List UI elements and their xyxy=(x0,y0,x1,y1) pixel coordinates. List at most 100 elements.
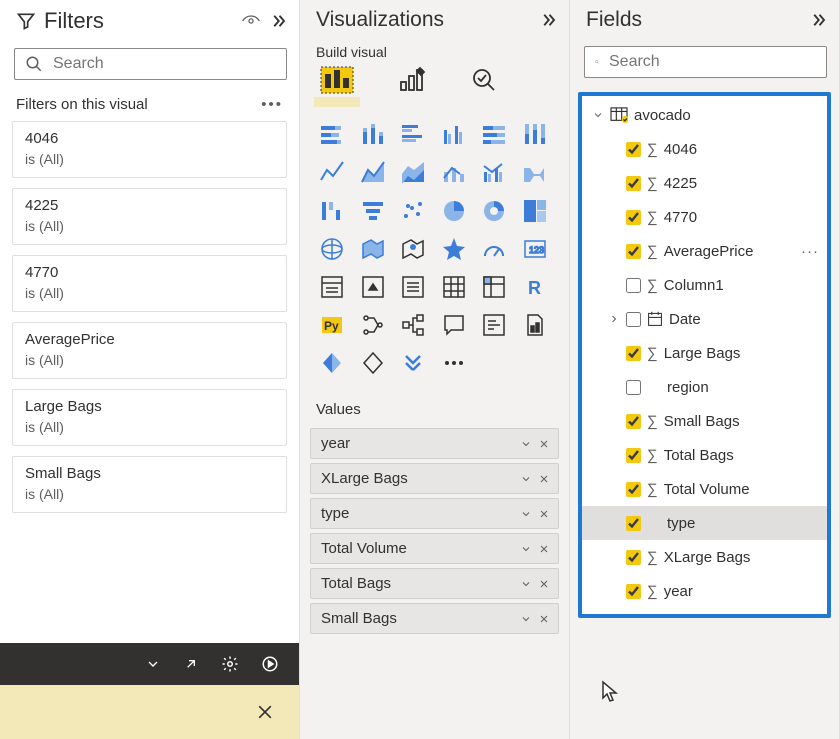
qa-icon[interactable] xyxy=(438,309,470,341)
remove-icon[interactable] xyxy=(538,438,550,450)
field-checkbox[interactable] xyxy=(626,380,641,395)
get-more-visuals-icon[interactable] xyxy=(397,347,429,379)
tab-format[interactable] xyxy=(398,66,426,97)
treemap-icon[interactable] xyxy=(519,195,551,227)
line-stacked-column-icon[interactable] xyxy=(438,157,470,189)
stacked-bar-icon[interactable] xyxy=(316,119,348,151)
line-icon[interactable] xyxy=(316,157,348,189)
waterfall-icon[interactable] xyxy=(316,195,348,227)
table-icon[interactable] xyxy=(438,271,470,303)
field-checkbox[interactable] xyxy=(626,142,641,157)
values-field[interactable]: type xyxy=(310,498,559,529)
filter-card[interactable]: 4046is (All) xyxy=(12,121,287,178)
field-checkbox[interactable] xyxy=(626,278,641,293)
close-icon[interactable] xyxy=(255,702,275,722)
filter-card[interactable]: Large Bagsis (All) xyxy=(12,389,287,446)
field-row[interactable]: ∑4046 xyxy=(582,132,827,166)
power-automate-icon[interactable] xyxy=(357,347,389,379)
values-field[interactable]: XLarge Bags xyxy=(310,463,559,494)
field-row[interactable]: region xyxy=(582,370,827,404)
values-field[interactable]: Small Bags xyxy=(310,603,559,634)
chevron-down-icon[interactable] xyxy=(145,656,161,672)
eye-icon[interactable] xyxy=(241,13,261,29)
chevron-down-icon[interactable] xyxy=(520,613,532,625)
line-clustered-column-icon[interactable] xyxy=(478,157,510,189)
stacked-column-icon[interactable] xyxy=(357,119,389,151)
chevron-down-icon[interactable] xyxy=(520,543,532,555)
table-row-avocado[interactable]: avocado xyxy=(582,98,827,132)
values-field[interactable]: year xyxy=(310,428,559,459)
key-influencers-icon[interactable] xyxy=(357,309,389,341)
paginated-report-icon[interactable] xyxy=(519,309,551,341)
field-checkbox[interactable] xyxy=(626,448,641,463)
fields-search[interactable] xyxy=(584,46,827,78)
decomposition-tree-icon[interactable] xyxy=(397,309,429,341)
area-icon[interactable] xyxy=(357,157,389,189)
field-checkbox[interactable] xyxy=(626,176,641,191)
azure-map-icon[interactable] xyxy=(397,233,429,265)
values-field[interactable]: Total Volume xyxy=(310,533,559,564)
chevron-down-icon[interactable] xyxy=(520,578,532,590)
open-external-icon[interactable] xyxy=(183,656,199,672)
kpi-icon[interactable] xyxy=(357,271,389,303)
collapse-icon[interactable] xyxy=(539,11,557,29)
donut-icon[interactable] xyxy=(478,195,510,227)
field-row[interactable]: ∑Total Bags xyxy=(582,438,827,472)
remove-icon[interactable] xyxy=(538,508,550,520)
remove-icon[interactable] xyxy=(538,473,550,485)
tab-build[interactable] xyxy=(320,66,354,97)
field-row[interactable]: ∑XLarge Bags xyxy=(582,540,827,574)
field-row[interactable]: Date xyxy=(582,302,827,336)
chevron-down-icon[interactable] xyxy=(520,473,532,485)
smart-narrative-icon[interactable] xyxy=(478,309,510,341)
clustered-bar-icon[interactable] xyxy=(397,119,429,151)
multi-row-card-icon[interactable] xyxy=(316,271,348,303)
arcgis-icon[interactable] xyxy=(438,233,470,265)
more-options-icon[interactable] xyxy=(438,347,470,379)
filled-map-icon[interactable] xyxy=(357,233,389,265)
field-checkbox[interactable] xyxy=(626,346,641,361)
filters-search[interactable] xyxy=(14,48,287,80)
chevron-down-icon[interactable] xyxy=(520,438,532,450)
pie-icon[interactable] xyxy=(438,195,470,227)
card-icon[interactable]: 123 xyxy=(519,233,551,265)
collapse-icon[interactable] xyxy=(269,12,287,30)
field-checkbox[interactable] xyxy=(626,584,641,599)
values-field[interactable]: Total Bags xyxy=(310,568,559,599)
field-row[interactable]: ∑Column1 xyxy=(582,268,827,302)
field-checkbox[interactable] xyxy=(626,482,641,497)
field-checkbox[interactable] xyxy=(626,516,641,531)
funnel-icon[interactable] xyxy=(357,195,389,227)
matrix-icon[interactable] xyxy=(478,271,510,303)
stacked-area-icon[interactable] xyxy=(397,157,429,189)
field-row[interactable]: ∑Total Volume xyxy=(582,472,827,506)
field-row[interactable]: ∑AveragePrice··· xyxy=(582,234,827,268)
slicer-icon[interactable] xyxy=(397,271,429,303)
python-visual-icon[interactable]: Py xyxy=(316,309,348,341)
gear-icon[interactable] xyxy=(221,655,239,673)
field-checkbox[interactable] xyxy=(626,414,641,429)
tab-analytics[interactable] xyxy=(470,66,498,97)
field-row[interactable]: ∑Large Bags xyxy=(582,336,827,370)
filter-card[interactable]: Small Bagsis (All) xyxy=(12,456,287,513)
field-row[interactable]: ∑4770 xyxy=(582,200,827,234)
more-icon[interactable]: ••• xyxy=(261,96,283,113)
field-checkbox[interactable] xyxy=(626,312,641,327)
field-checkbox[interactable] xyxy=(626,550,641,565)
filter-card[interactable]: AveragePriceis (All) xyxy=(12,322,287,379)
field-checkbox[interactable] xyxy=(626,244,641,259)
chevron-down-icon[interactable] xyxy=(520,508,532,520)
map-icon[interactable] xyxy=(316,233,348,265)
field-row[interactable]: ∑4225 xyxy=(582,166,827,200)
hundred-stacked-bar-icon[interactable] xyxy=(478,119,510,151)
field-row[interactable]: ∑year xyxy=(582,574,827,608)
remove-icon[interactable] xyxy=(538,613,550,625)
field-checkbox[interactable] xyxy=(626,210,641,225)
ribbon-icon[interactable] xyxy=(519,157,551,189)
field-row[interactable]: ∑Small Bags xyxy=(582,404,827,438)
play-icon[interactable] xyxy=(261,655,279,673)
gauge-icon[interactable] xyxy=(478,233,510,265)
clustered-column-icon[interactable] xyxy=(438,119,470,151)
scatter-icon[interactable] xyxy=(397,195,429,227)
filter-card[interactable]: 4225is (All) xyxy=(12,188,287,245)
